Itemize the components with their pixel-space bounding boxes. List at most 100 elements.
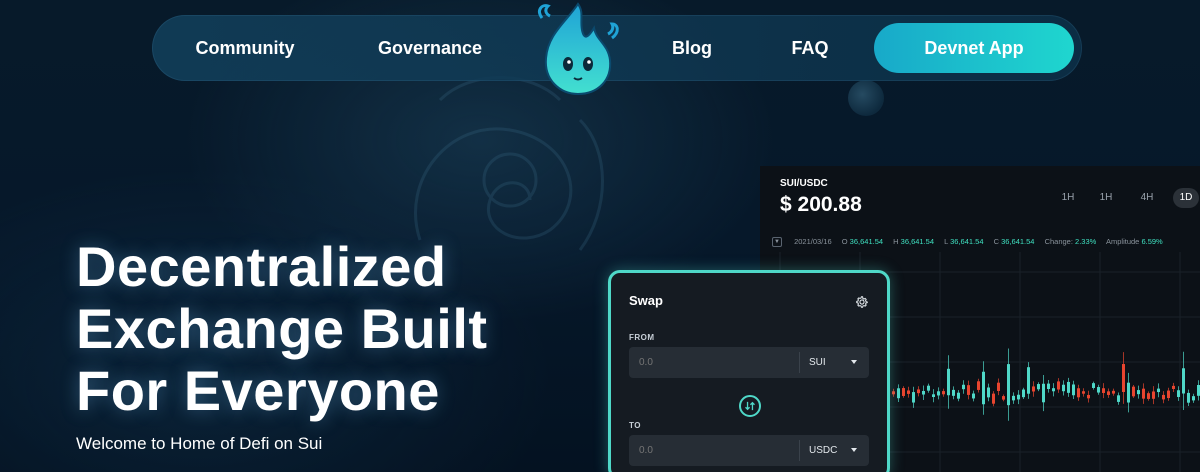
to-label: TO — [629, 421, 641, 430]
candle-down — [1102, 388, 1105, 393]
candle-up — [1007, 364, 1010, 406]
candle-down — [1112, 390, 1115, 394]
candle-up — [927, 385, 930, 391]
candle-down — [942, 391, 945, 395]
timeframe-1d-button[interactable]: 1D — [1173, 188, 1199, 208]
trading-pair-label: SUI/USDC — [780, 178, 828, 189]
nav-community-link[interactable]: Community — [190, 15, 300, 81]
candle-up — [947, 368, 950, 396]
ohlc-change-value: 2.33% — [1075, 237, 1097, 246]
candle-up — [937, 391, 940, 396]
ohlc-collapse-icon[interactable]: ▼ — [772, 237, 782, 248]
ohlc-high-value: 36,641.54 — [900, 237, 935, 246]
candle-up — [1022, 389, 1025, 398]
candle-up — [957, 392, 960, 399]
candle-down — [917, 389, 920, 394]
from-field: SUI — [629, 347, 869, 378]
ohlc-low-value: 36,641.54 — [950, 237, 984, 246]
to-token-select[interactable]: USDC — [809, 435, 837, 466]
candle-up — [1117, 395, 1120, 402]
candle-up — [1092, 383, 1095, 388]
from-label: FROM — [629, 333, 655, 342]
candle-down — [1032, 386, 1035, 392]
candle-up — [1072, 384, 1075, 396]
current-price: $ 200.88 — [780, 193, 862, 216]
candle-up — [952, 389, 955, 396]
from-token-select[interactable]: SUI — [809, 347, 826, 378]
nav-governance-link[interactable]: Governance — [370, 15, 490, 81]
swap-arrows-icon[interactable] — [739, 395, 761, 417]
candle-up — [1187, 392, 1190, 403]
gear-icon[interactable] — [855, 295, 869, 309]
candle-down — [1152, 391, 1155, 399]
candle-down — [1087, 394, 1090, 399]
candle-down — [977, 381, 980, 390]
candle-up — [897, 388, 900, 399]
hero-title: Decentralized Exchange Built For Everyon… — [76, 236, 596, 422]
caret-down-icon — [851, 360, 857, 364]
candle-up — [1052, 388, 1055, 392]
candle-up — [1012, 395, 1015, 401]
candle-down — [892, 391, 895, 395]
hero-title-line-2: Exchange Built — [76, 297, 488, 360]
candle-down — [1057, 381, 1060, 390]
timeframe-1h-button[interactable]: 1H — [1056, 188, 1080, 208]
from-amount-input[interactable] — [629, 347, 799, 378]
candle-up — [1062, 384, 1065, 392]
candle-down — [1162, 394, 1165, 400]
candle-down — [1132, 386, 1135, 397]
candle-up — [1182, 368, 1185, 394]
candle-up — [1127, 382, 1130, 403]
candle-down — [1082, 391, 1085, 394]
timeframe-1h-button-2[interactable]: 1H — [1094, 188, 1118, 208]
candle-up — [1037, 384, 1040, 390]
devnet-app-button[interactable]: Devnet App — [874, 23, 1074, 73]
candle-down — [1147, 393, 1150, 399]
candle-up — [922, 390, 925, 395]
timeframe-4h-button[interactable]: 4H — [1134, 188, 1160, 208]
candle-down — [902, 388, 905, 396]
candle-up — [1157, 388, 1160, 393]
candle-down — [997, 382, 1000, 391]
candle-up — [912, 392, 915, 403]
ohlc-change-label: Change: — [1044, 237, 1073, 246]
candle-up — [1042, 383, 1045, 403]
candle-down — [1142, 388, 1145, 399]
candle-up — [1097, 387, 1100, 393]
candle-down — [1107, 391, 1110, 395]
hero-title-line-3: For Everyone — [76, 359, 440, 422]
to-amount-input[interactable] — [629, 435, 799, 466]
ohlc-low-label: L — [944, 237, 949, 246]
swap-card: Swap FROM SUI TO USDC — [608, 270, 890, 472]
candle-up — [1067, 381, 1070, 393]
candle-up — [1137, 390, 1140, 395]
candle-down — [1077, 388, 1080, 398]
candle-down — [1167, 390, 1170, 399]
candle-up — [1177, 390, 1180, 397]
candle-down — [967, 385, 970, 395]
candle-up — [987, 387, 990, 398]
nav-blog-link[interactable]: Blog — [664, 15, 720, 81]
candle-up — [932, 394, 935, 398]
candle-down — [1002, 396, 1005, 400]
flame-mascot-icon[interactable] — [528, 0, 628, 100]
candle-down — [992, 393, 995, 404]
ohlc-date: 2021/03/16 — [794, 237, 832, 246]
hero-title-line-1: Decentralized — [76, 235, 447, 298]
candle-up — [1047, 383, 1050, 390]
candle-up — [982, 371, 985, 405]
candle-up — [1027, 367, 1030, 394]
nav-faq-link[interactable]: FAQ — [780, 15, 840, 81]
ohlc-amplitude-label: Amplitude — [1105, 237, 1140, 246]
candle-down — [1122, 364, 1125, 392]
ohlc-open-value: 36,641.54 — [849, 237, 884, 246]
to-field-divider — [799, 440, 800, 461]
candle-up — [972, 393, 975, 399]
to-field: USDC — [629, 435, 869, 466]
candle-down — [907, 390, 910, 394]
ohlc-close-value: 36,641.54 — [1001, 237, 1035, 246]
background-orb — [848, 80, 884, 116]
candle-down — [1172, 385, 1175, 389]
ohlc-info-row: ▼ 2021/03/16 O 36,641.54 H 36,641.54 L 3… — [772, 237, 1171, 251]
candle-up — [962, 384, 965, 390]
